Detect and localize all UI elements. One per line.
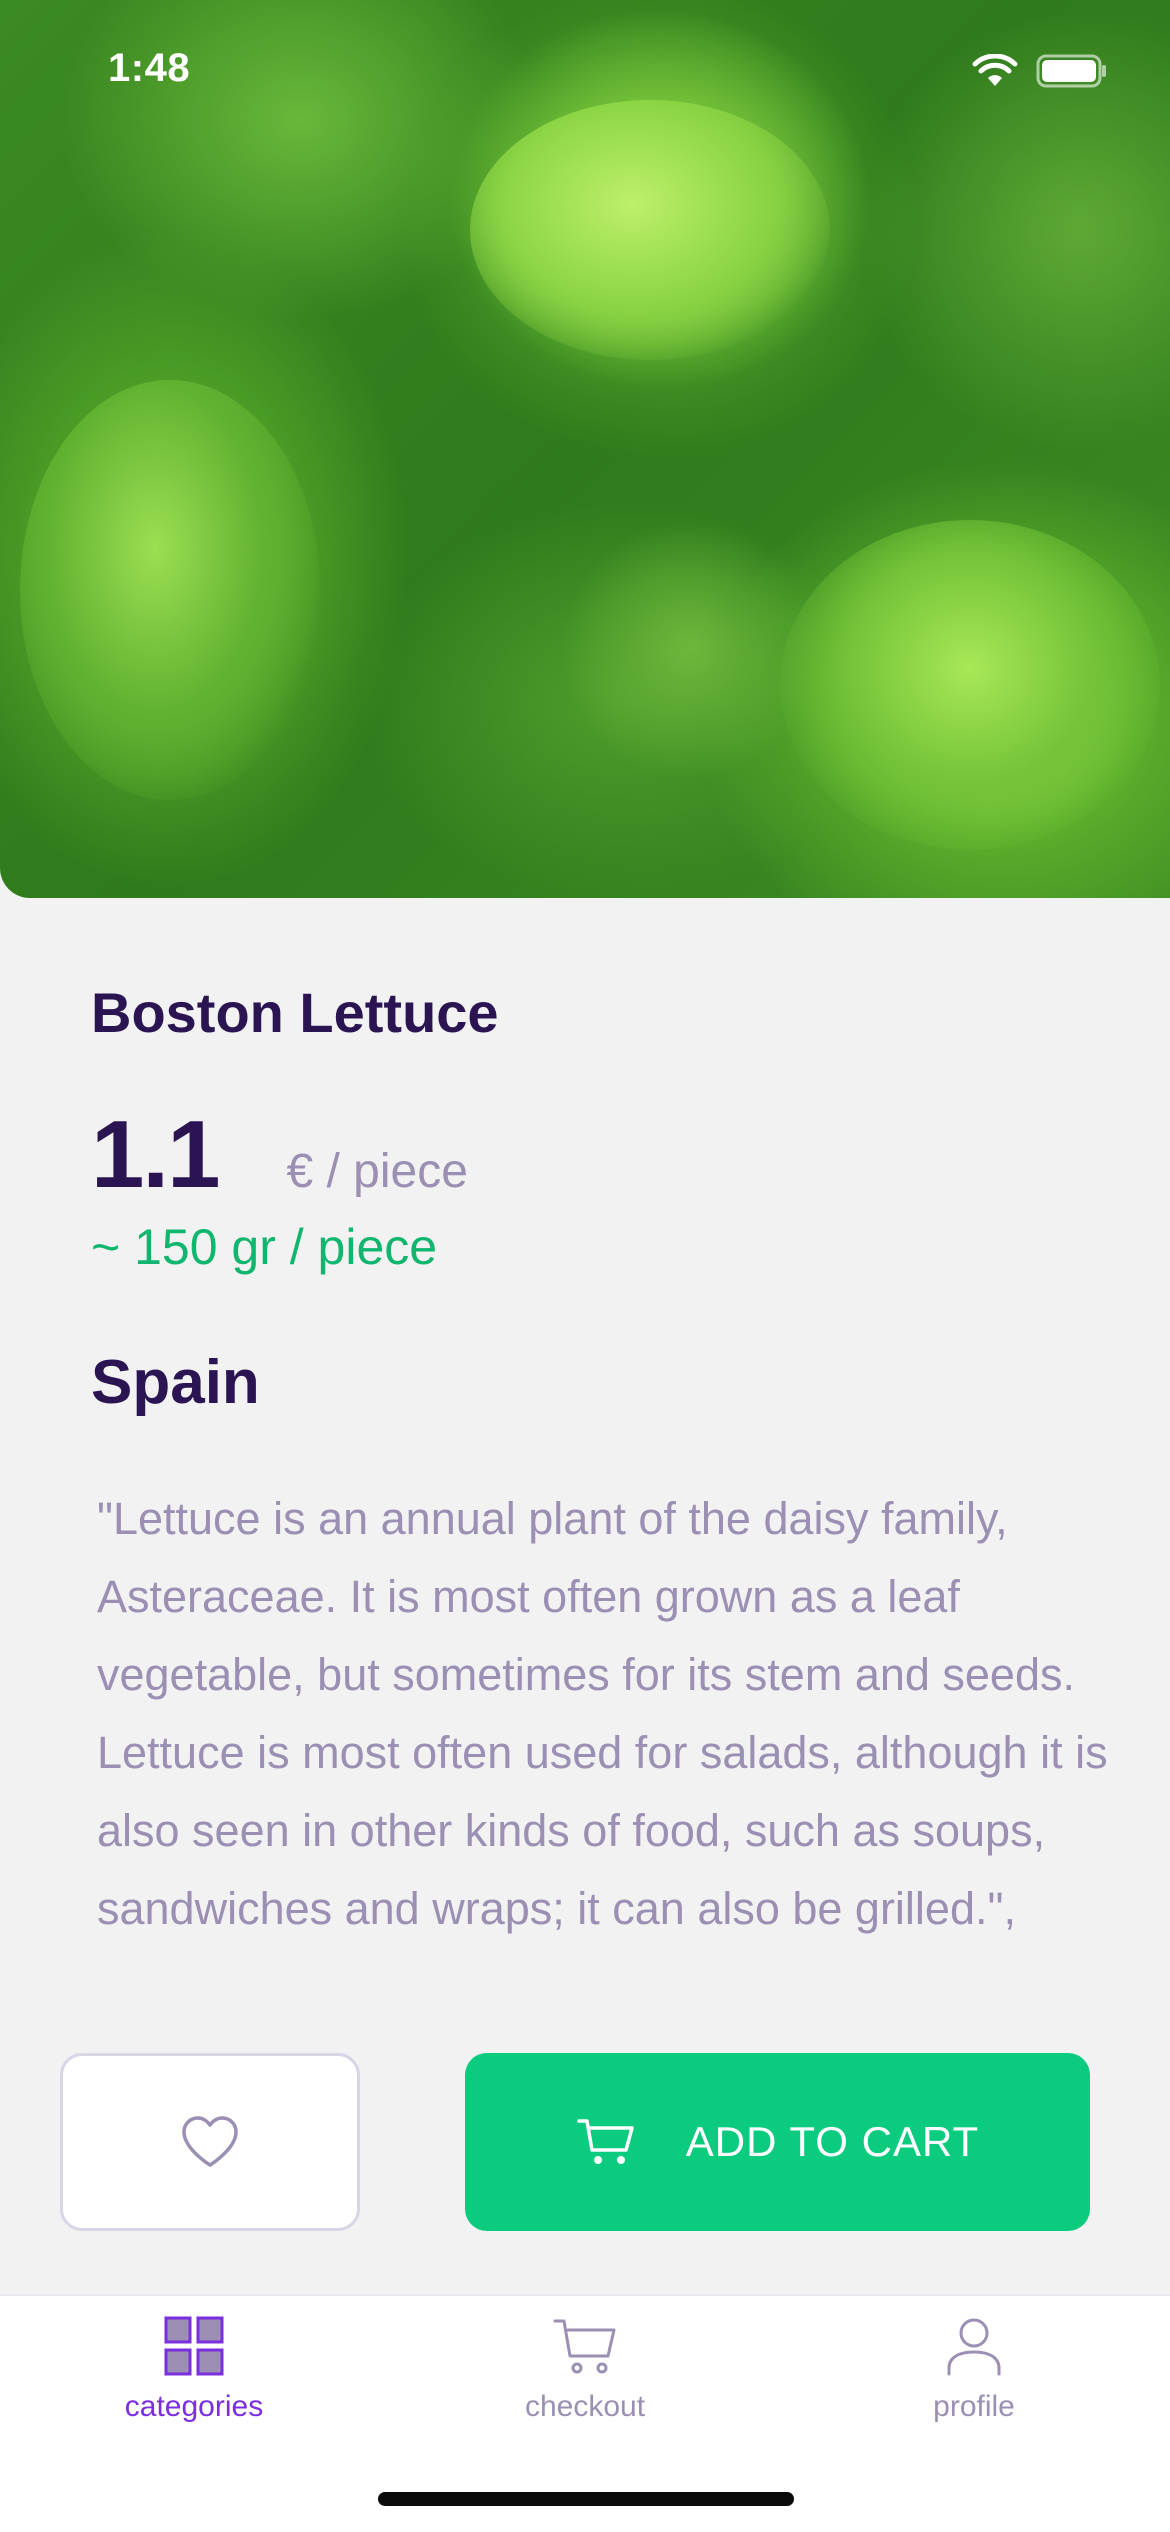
lettuce-leaf-highlight (470, 100, 830, 360)
price-row: 1.1 € / piece (91, 1100, 468, 1210)
heart-icon (182, 2116, 238, 2167)
add-to-cart-button[interactable]: ADD TO CART (465, 2053, 1090, 2231)
home-indicator[interactable] (378, 2492, 794, 2506)
tab-label: categories (124, 2390, 264, 2423)
grid-icon (164, 2316, 224, 2376)
tab-label: profile (933, 2390, 1015, 2423)
add-to-cart-label: ADD TO CART (685, 2118, 980, 2165)
product-image (0, 0, 1170, 898)
cart-icon (577, 2119, 634, 2164)
lettuce-leaf-highlight (20, 380, 320, 800)
product-name: Boston Lettuce (91, 981, 499, 1044)
tab-categories[interactable]: categories (64, 2316, 324, 2424)
favorite-button[interactable] (60, 2053, 360, 2231)
lettuce-leaf-highlight (780, 520, 1160, 850)
price-unit: € / piece (286, 1145, 468, 1198)
tab-label: checkout (524, 2390, 646, 2423)
product-weight: ~ 150 gr / piece (91, 1219, 438, 1275)
tab-profile[interactable]: profile (844, 2316, 1104, 2424)
product-description: "Lettuce is an annual plant of the daisy… (97, 1493, 1108, 1934)
status-icons (972, 54, 1108, 88)
wifi-icon (972, 54, 1018, 86)
product-detail-screen: 1:48 Boston Lettuce 1.1 € / piece ~ 150 … (0, 0, 1170, 2532)
product-origin: Spain (91, 1348, 260, 1417)
cart-icon (553, 2319, 616, 2374)
status-time: 1:48 (108, 46, 191, 90)
product-price: 1.1 (91, 1101, 220, 1208)
lettuce-leaf-highlight (560, 520, 820, 780)
user-icon (947, 2318, 1001, 2376)
tab-checkout[interactable]: checkout (455, 2316, 715, 2424)
battery-icon (1036, 54, 1106, 88)
